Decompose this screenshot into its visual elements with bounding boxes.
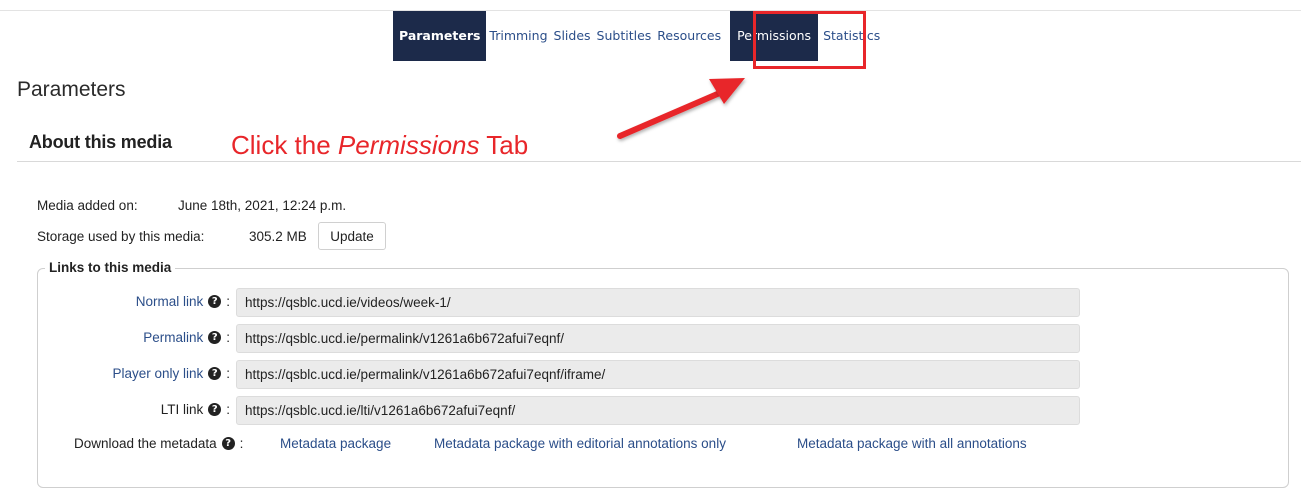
permalink-text[interactable]: Permalink [143, 330, 203, 345]
tab-slides[interactable]: Slides [551, 11, 594, 61]
callout-text-after: Tab [479, 130, 529, 160]
player-only-link-text[interactable]: Player only link [112, 366, 203, 381]
callout-text-before: Click the [231, 130, 338, 160]
media-added-label: Media added on: [37, 198, 138, 213]
download-metadata-label: Download the metadata?: [74, 436, 243, 451]
tab-subtitles[interactable]: Subtitles [594, 11, 655, 61]
storage-used-label: Storage used by this media: [37, 229, 205, 244]
permalink-field[interactable] [236, 324, 1080, 353]
metadata-package-link[interactable]: Metadata package [280, 436, 391, 451]
player-only-link-field[interactable] [236, 360, 1080, 389]
tab-parameters[interactable]: Parameters [393, 11, 487, 61]
help-icon[interactable]: ? [208, 295, 222, 308]
tab-statistics[interactable]: Statistics [820, 11, 883, 61]
normal-link-field[interactable] [236, 288, 1080, 317]
label-colon: : [226, 366, 230, 381]
callout-text-emphasis: Permissions [337, 130, 480, 160]
media-tabs: Parameters Trimming Slides Subtitles Res… [393, 11, 883, 61]
lti-link-text: LTI link [160, 402, 204, 417]
update-button[interactable]: Update [318, 222, 386, 250]
tab-trimming[interactable]: Trimming [486, 11, 550, 61]
download-metadata-text: Download the metadata [74, 436, 217, 451]
section-divider [17, 161, 1301, 162]
page-title: Parameters [17, 78, 126, 101]
normal-link-text[interactable]: Normal link [136, 294, 204, 309]
lti-link-label: LTI link?: [161, 402, 230, 417]
metadata-package-editorial-link[interactable]: Metadata package with editorial annotati… [434, 436, 726, 451]
tab-resources[interactable]: Resources [654, 11, 724, 61]
links-legend: Links to this media [45, 260, 176, 275]
label-colon: : [226, 294, 230, 309]
player-only-link-label[interactable]: Player only link?: [112, 366, 230, 381]
normal-link-label[interactable]: Normal link?: [136, 294, 230, 309]
label-colon: : [239, 436, 244, 451]
metadata-package-all-annotations-link[interactable]: Metadata package with all annotations [797, 436, 1027, 451]
label-colon: : [226, 402, 230, 417]
media-added-value: June 18th, 2021, 12:24 p.m. [178, 198, 347, 213]
help-icon[interactable]: ? [221, 437, 235, 450]
permalink-label[interactable]: Permalink?: [143, 330, 230, 345]
help-icon[interactable]: ? [208, 331, 222, 344]
help-icon[interactable]: ? [208, 367, 222, 380]
section-title: About this media [29, 132, 172, 152]
tab-permissions[interactable]: Permissions [730, 11, 819, 61]
label-colon: : [226, 330, 230, 345]
lti-link-field[interactable] [236, 396, 1080, 425]
help-icon[interactable]: ? [208, 403, 222, 416]
storage-used-value: 305.2 MB [249, 229, 307, 244]
annotation-callout: Click the Permissions Tab [231, 130, 528, 161]
